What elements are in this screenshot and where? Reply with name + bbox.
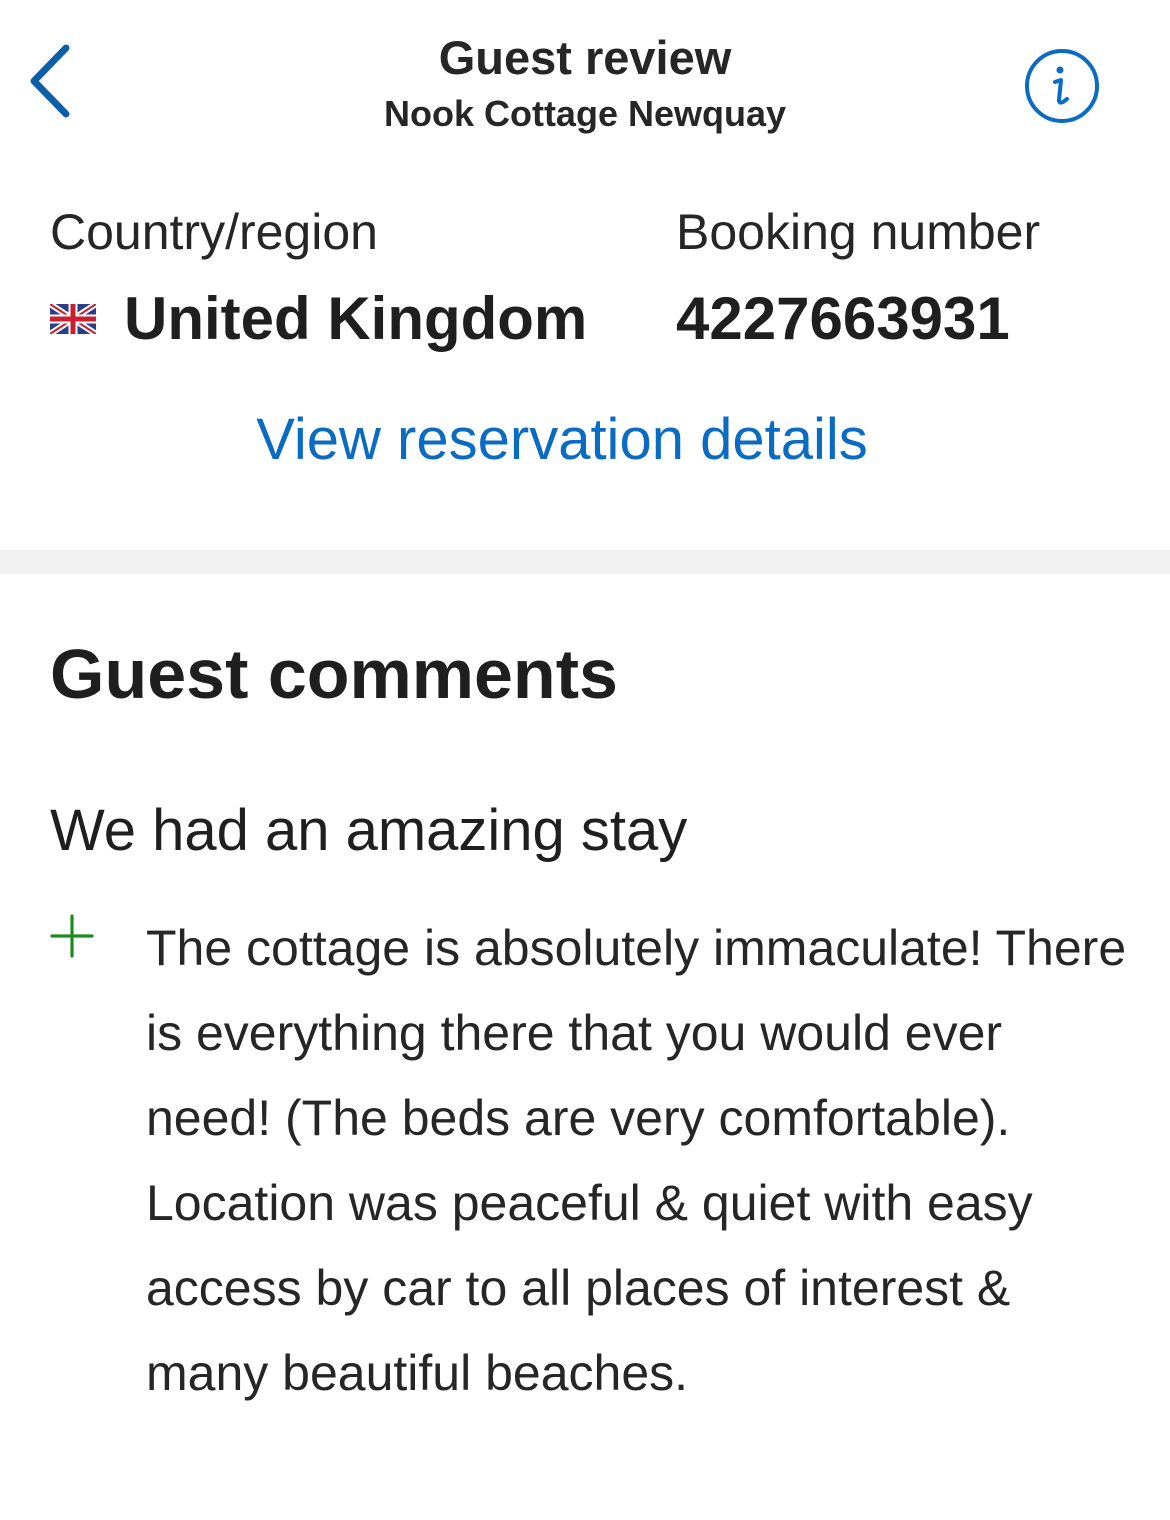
header-titles: Guest review Nook Cottage Newquay	[250, 30, 920, 136]
property-name: Nook Cottage Newquay	[383, 93, 787, 134]
country-value-row: United Kingdom	[50, 282, 587, 356]
booking-number-row: 4227663931	[676, 282, 1040, 356]
section-divider	[0, 550, 1170, 574]
booking-number-value: 4227663931	[676, 285, 1010, 352]
booking-number-label: Booking number	[676, 204, 1041, 260]
top-bar: Guest review Nook Cottage Newquay	[0, 0, 1170, 160]
review-title: We had an amazing stay	[50, 798, 688, 863]
chevron-left-icon	[30, 44, 70, 118]
plus-icon	[50, 914, 94, 958]
country-label: Country/region	[50, 204, 378, 260]
booking-info: Country/region United Kingdom Booking nu…	[0, 190, 1170, 550]
back-button[interactable]	[14, 36, 84, 126]
country-value: United Kingdom	[124, 285, 588, 352]
booking-number-block: Booking number 4227663931	[676, 202, 1040, 356]
positive-comment-text: The cottage is absolutely immaculate! Th…	[146, 920, 1127, 1401]
page-title: Guest review	[438, 31, 732, 84]
country-block: Country/region United Kingdom	[50, 202, 587, 356]
info-icon	[1025, 49, 1099, 123]
uk-flag-icon	[50, 304, 96, 334]
info-button[interactable]	[1022, 46, 1102, 126]
view-reservation-details-link[interactable]: View reservation details	[0, 405, 1124, 475]
comments-heading: Guest comments	[50, 635, 618, 713]
